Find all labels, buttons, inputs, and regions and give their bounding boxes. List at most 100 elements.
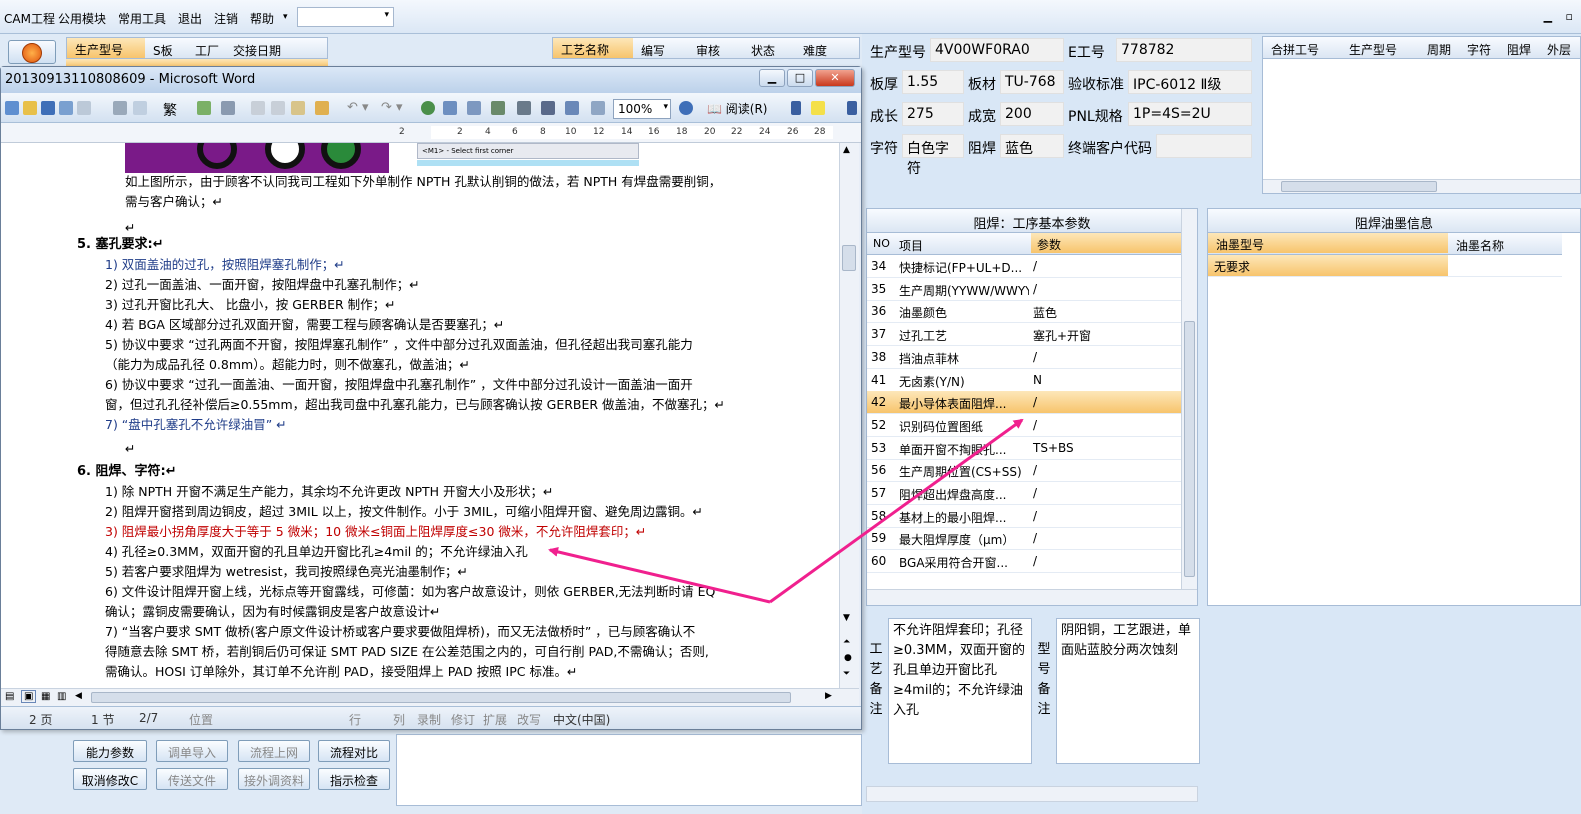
- craft-note-box[interactable]: 不允许阻焊套印；孔径≥0.3MM，双面开窗的孔且单边开窗比孔≥4mil的；不允许…: [888, 618, 1032, 764]
- e-no-field[interactable]: 778782: [1116, 38, 1252, 62]
- browse-object-icon[interactable]: ●: [844, 653, 852, 663]
- order-import-button[interactable]: 调单导入: [156, 740, 228, 762]
- pnl-field[interactable]: 1P=4S=2U: [1128, 102, 1252, 126]
- params-hscroll[interactable]: [867, 589, 1197, 605]
- params-scroll-thumb[interactable]: [1184, 321, 1195, 577]
- columns-icon[interactable]: [517, 101, 531, 115]
- col-merge-model[interactable]: 生产型号: [1349, 41, 1397, 58]
- width-field[interactable]: 200: [1000, 102, 1064, 126]
- menu-exit[interactable]: 退出: [178, 10, 202, 27]
- col-merge-mask[interactable]: 阻焊: [1507, 41, 1531, 58]
- drawing-icon[interactable]: [541, 101, 555, 115]
- merge-grid-hscroll[interactable]: [1263, 179, 1580, 193]
- status-ovr[interactable]: 改写: [517, 711, 541, 728]
- params-row[interactable]: 36 油墨颜色 蓝色: [867, 300, 1181, 324]
- document-scroll-thumb[interactable]: [842, 245, 856, 271]
- open-icon[interactable]: [23, 101, 37, 115]
- params-row[interactable]: 56 生产周期位置(CS+SS) /: [867, 459, 1181, 483]
- send-file-button[interactable]: 传送文件: [156, 768, 228, 790]
- outline-view-icon[interactable]: ▦: [41, 691, 50, 702]
- reading-view-icon[interactable]: ▥: [57, 691, 66, 702]
- col-merge-cycle[interactable]: 周期: [1427, 41, 1451, 58]
- model-field[interactable]: 4V00WF0RA0: [930, 38, 1064, 62]
- material-field[interactable]: TU-768: [1000, 70, 1064, 94]
- capability-params-button[interactable]: 能力参数: [73, 740, 147, 762]
- customer-code-field[interactable]: [1156, 134, 1252, 158]
- mail-icon[interactable]: [77, 101, 91, 115]
- col-no[interactable]: NO: [873, 237, 890, 250]
- params-row[interactable]: 52 识别码位置图纸 /: [867, 414, 1181, 437]
- tables-borders-icon[interactable]: [443, 101, 457, 115]
- col-process-name[interactable]: 工艺名称: [553, 38, 633, 58]
- params-row[interactable]: 57 阻焊超出焊盘高度... /: [867, 482, 1181, 505]
- mask-field[interactable]: 蓝色: [1000, 134, 1064, 158]
- params-row[interactable]: 53 单面开窗不掏眼孔... TS+BS: [867, 437, 1181, 460]
- copy-icon[interactable]: [271, 101, 285, 115]
- toolbar-options-icon[interactable]: [791, 101, 801, 115]
- standard-field[interactable]: IPC-6012 Ⅱ级: [1128, 70, 1252, 94]
- col-factory[interactable]: 工厂: [195, 42, 219, 59]
- menu-cam[interactable]: CAM工程: [4, 10, 55, 27]
- word-maximize-icon[interactable]: □: [787, 69, 813, 87]
- params-row[interactable]: 59 最大阻焊厚度（μm） /: [867, 527, 1181, 551]
- status-ext[interactable]: 扩展: [483, 711, 507, 728]
- col-model[interactable]: 生产型号: [67, 38, 145, 58]
- scroll-right-icon[interactable]: ▶: [825, 691, 832, 701]
- document-map-icon[interactable]: [565, 101, 579, 115]
- col-item[interactable]: 项目: [899, 237, 923, 254]
- normal-view-icon[interactable]: ▤: [5, 691, 14, 702]
- char-field[interactable]: 白色字符: [902, 134, 964, 177]
- params-vscroll[interactable]: [1181, 209, 1197, 589]
- zoom-select[interactable]: 100% ▾: [613, 99, 671, 119]
- power-button[interactable]: [8, 40, 56, 64]
- col-merge-no[interactable]: 合拼工号: [1271, 41, 1319, 58]
- restore-icon[interactable]: ▫: [1566, 10, 1573, 23]
- params-row[interactable]: 58 基材上的最小阻焊... /: [867, 505, 1181, 528]
- model-note-box[interactable]: 阴阳铜，工艺跟进，单面贴蓝胶分两次蚀刻: [1056, 618, 1200, 764]
- params-row[interactable]: 35 生产周期(YYWW/WWYY) /: [867, 278, 1181, 301]
- new-doc-icon[interactable]: [5, 101, 19, 115]
- col-ink-name[interactable]: 油墨名称: [1456, 237, 1504, 254]
- highlight-icon[interactable]: [811, 101, 825, 115]
- thickness-field[interactable]: 1.55: [902, 70, 964, 94]
- col-param[interactable]: 参数: [1031, 233, 1181, 253]
- params-row[interactable]: 37 过孔工艺 塞孔+开窗: [867, 323, 1181, 347]
- print-preview-icon[interactable]: [133, 101, 147, 115]
- word-minimize-icon[interactable]: ▁: [759, 69, 785, 87]
- menu-combo-box[interactable]: ▾: [297, 7, 394, 27]
- cancel-modify-button[interactable]: 取消修改C: [73, 768, 147, 790]
- col-s-board[interactable]: S板: [153, 42, 173, 59]
- params-row[interactable]: 34 快捷标记(FP+UL+D... /: [867, 255, 1181, 278]
- hyperlink-icon[interactable]: [421, 101, 435, 115]
- insert-excel-icon[interactable]: [491, 101, 505, 115]
- process-upload-button[interactable]: 流程上网: [238, 740, 310, 762]
- reading-mode-button[interactable]: 📖 阅读(R): [707, 100, 767, 117]
- params-row[interactable]: 41 无卤素(Y/N) N: [867, 369, 1181, 392]
- menu-overflow-icon[interactable]: ▾: [283, 12, 288, 22]
- next-page-icon[interactable]: ⏷: [843, 669, 850, 679]
- col-handover-date[interactable]: 交接日期: [233, 42, 281, 59]
- print-icon[interactable]: [113, 101, 127, 115]
- scroll-up-icon[interactable]: ▲: [843, 145, 850, 155]
- save-icon[interactable]: [41, 101, 55, 115]
- minimize-icon[interactable]: ▁: [1544, 10, 1552, 23]
- col-merge-char[interactable]: 字符: [1467, 41, 1491, 58]
- traditional-convert-icon[interactable]: 繁: [163, 100, 177, 120]
- permission-icon[interactable]: [59, 101, 73, 115]
- word-close-icon[interactable]: ✕: [815, 69, 855, 87]
- toolbar-options-icon[interactable]: [847, 101, 857, 115]
- document-hscroll[interactable]: ▤ ▣ ▦ ▥ ◀ ▶: [1, 688, 859, 706]
- col-writer[interactable]: 编写: [641, 42, 665, 59]
- menu-common-tools[interactable]: 常用工具: [118, 10, 166, 27]
- menu-public-module[interactable]: 公用模块: [58, 10, 106, 27]
- menu-logout[interactable]: 注销: [214, 10, 238, 27]
- params-row[interactable]: 60 BGA采用符合开窗... /: [867, 550, 1181, 574]
- col-status[interactable]: 状态: [751, 42, 775, 59]
- prev-page-icon[interactable]: ⏶: [843, 637, 850, 647]
- paste-icon[interactable]: [291, 101, 305, 115]
- length-field[interactable]: 275: [902, 102, 964, 126]
- menu-help[interactable]: 帮助: [250, 10, 274, 27]
- print-layout-icon[interactable]: ▣: [21, 690, 37, 703]
- ruler[interactable]: 2 2 4 6 8 10 12 14 16 18 20 22 24 26 28: [1, 123, 861, 143]
- ink-row[interactable]: 无要求: [1208, 255, 1562, 277]
